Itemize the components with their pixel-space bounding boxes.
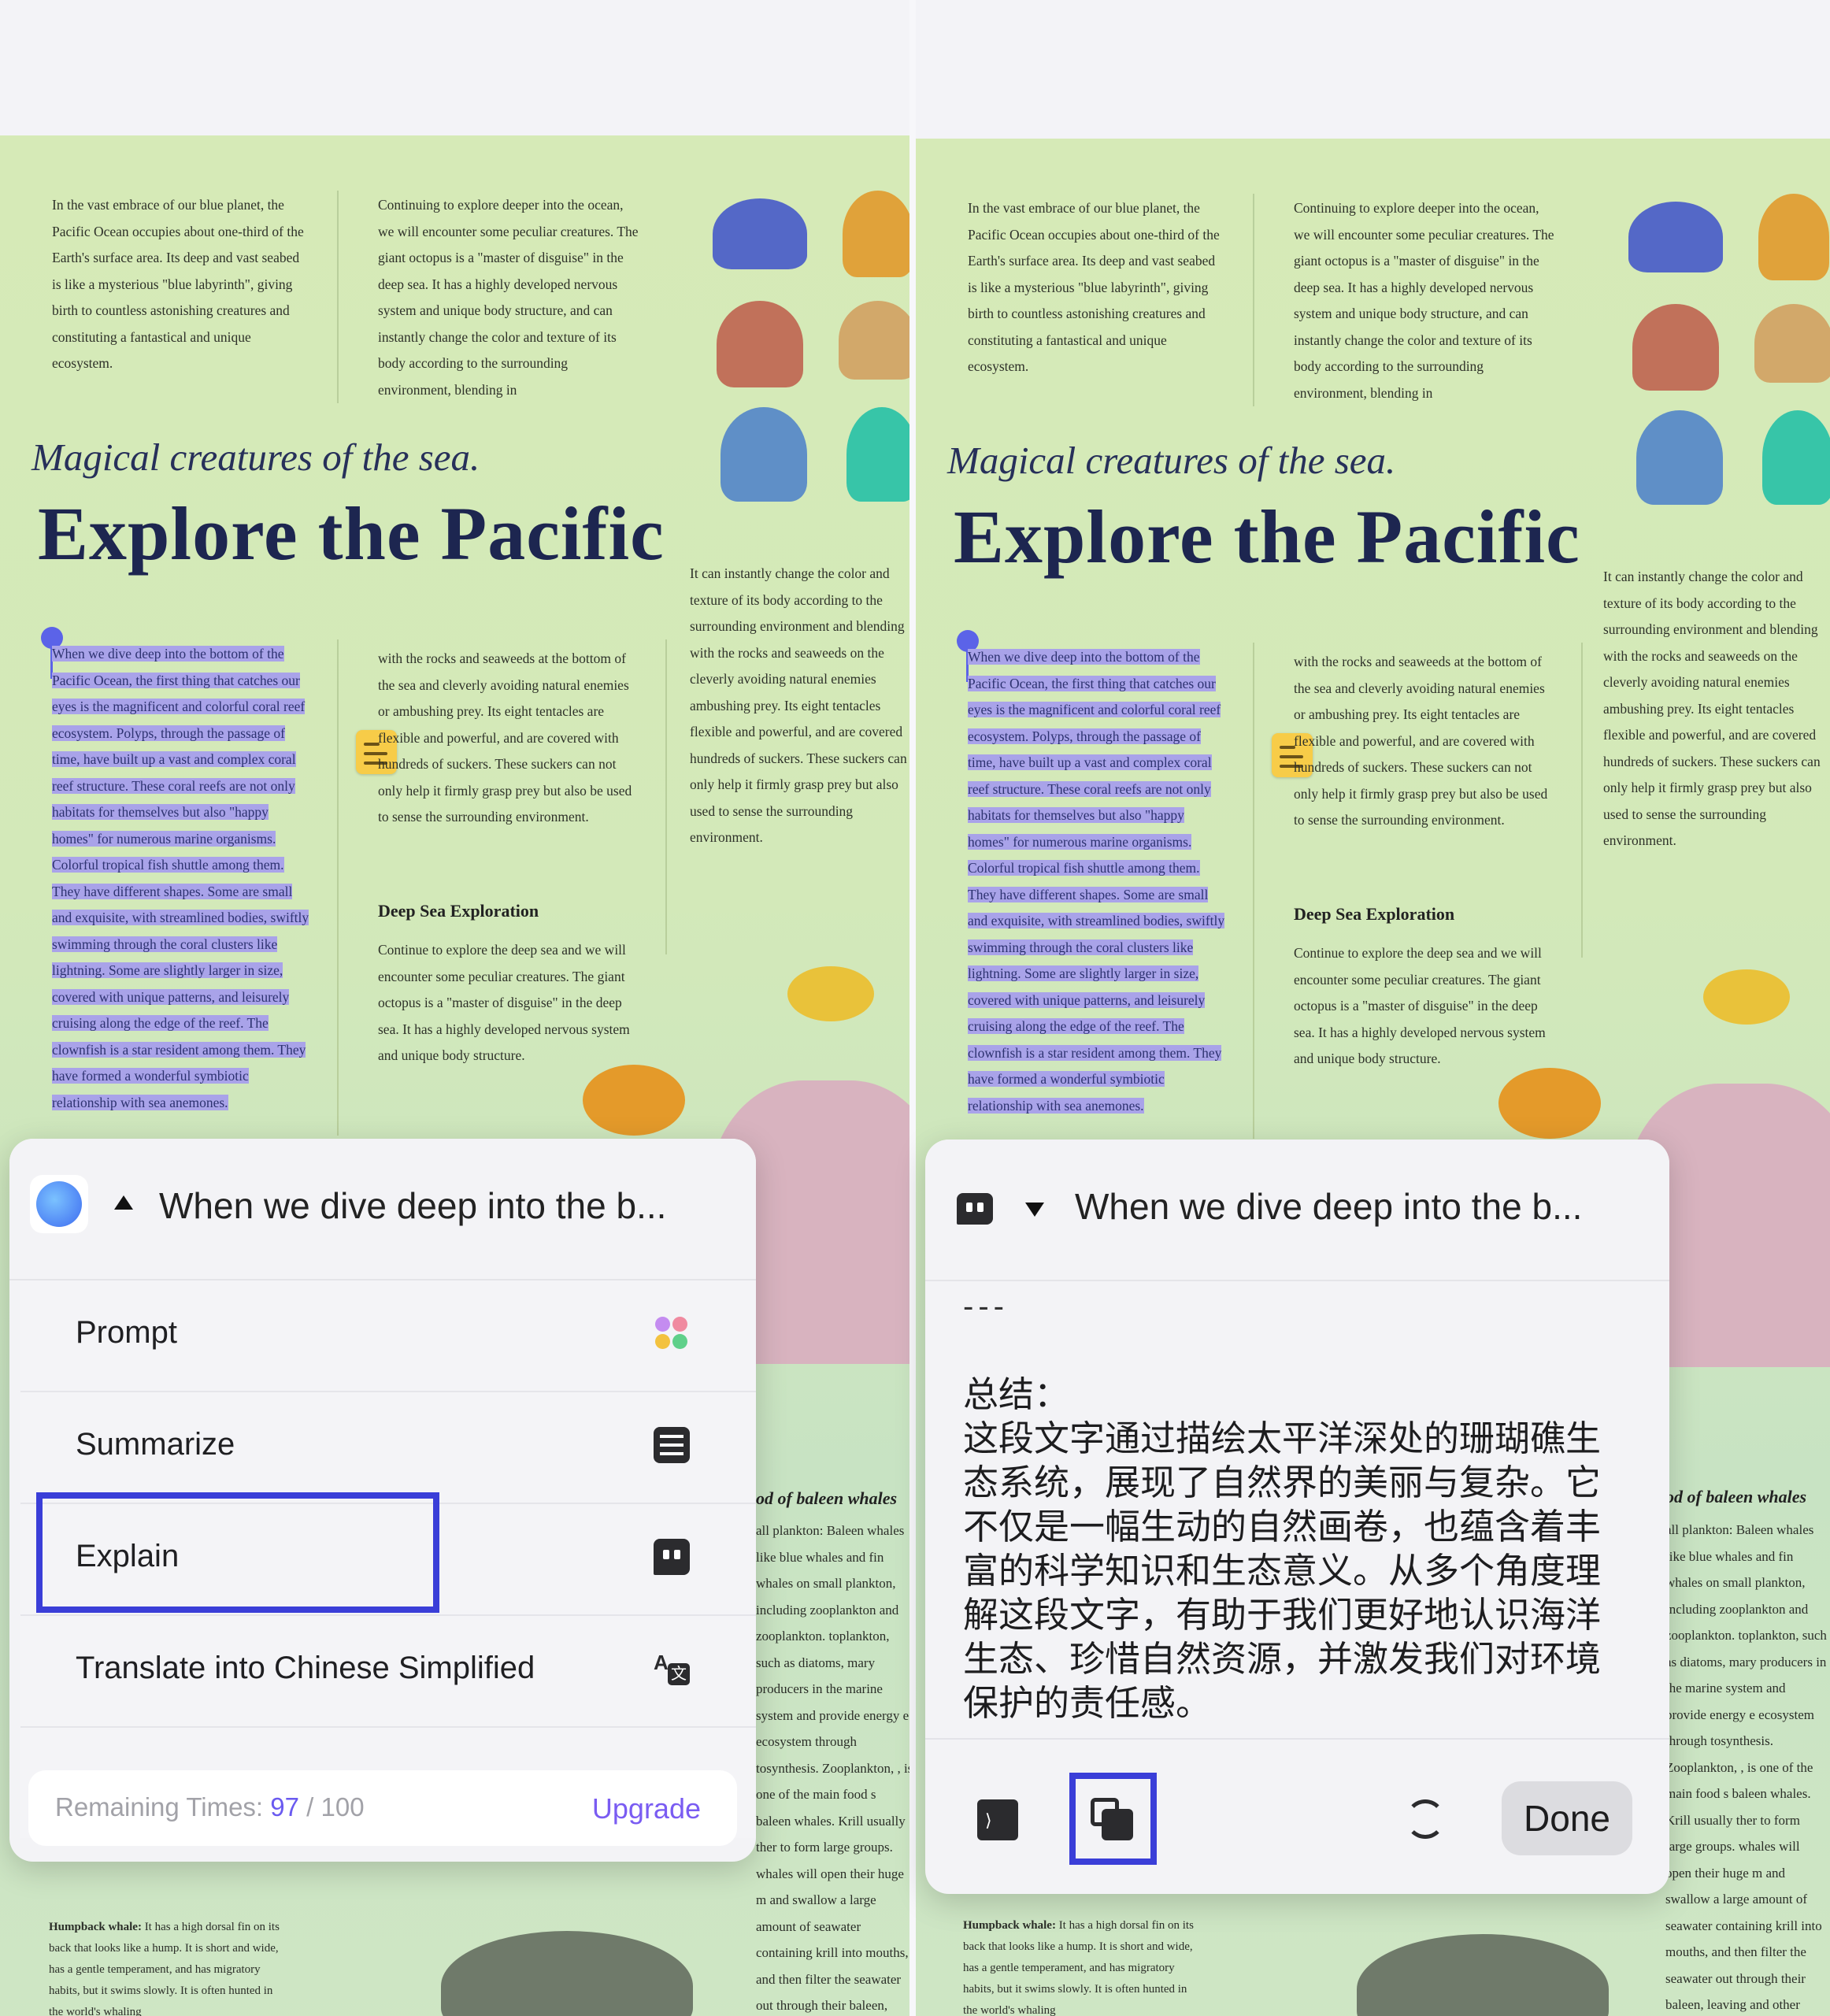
menu-item-translate[interactable]: Translate into Chinese Simplified A 文 bbox=[20, 1616, 756, 1728]
sea-anemone-image bbox=[1628, 202, 1723, 272]
translate-icon: A 文 bbox=[654, 1651, 690, 1687]
intro-paragraph-1: In the vast embrace of our blue planet, … bbox=[968, 200, 1220, 374]
panel-header: When we dive deep into the b... bbox=[925, 1140, 1669, 1281]
selected-paragraph[interactable]: When we dive deep into the bottom of the… bbox=[52, 641, 312, 1116]
pane-divider bbox=[909, 0, 916, 2016]
collapse-arrow-icon[interactable] bbox=[114, 1195, 133, 1210]
explain-bubble-icon bbox=[654, 1539, 690, 1575]
page-title: Explore the Pacific bbox=[38, 491, 665, 576]
prompt-dots-icon bbox=[654, 1315, 690, 1351]
menu-item-summarize[interactable]: Summarize bbox=[20, 1392, 756, 1504]
humpback-paragraph: Humpback whale: It has a high dorsal fin… bbox=[963, 1919, 1194, 2016]
insert-note-button[interactable]: ⟩ bbox=[977, 1799, 1018, 1840]
coral-image bbox=[717, 301, 803, 387]
result-body: 这段文字通过描绘太平洋深处的珊瑚礁生态系统，展现了自然界的美丽与复杂。它不仅是一… bbox=[963, 1418, 1602, 1724]
coral-image bbox=[1632, 304, 1719, 391]
result-heading: 总结： bbox=[963, 1373, 1070, 1415]
intro-paragraph-1: In the vast embrace of our blue planet, … bbox=[52, 197, 304, 371]
whale-image bbox=[1357, 1934, 1609, 2016]
baleen-paragraph: all plankton: Baleen whales like blue wh… bbox=[756, 1523, 909, 2013]
page-title: Explore the Pacific bbox=[954, 495, 1580, 579]
regenerate-icon[interactable] bbox=[1406, 1799, 1445, 1839]
coral-image bbox=[721, 407, 807, 502]
subtitle: Magical creatures of the sea. bbox=[31, 435, 480, 479]
whale-image bbox=[441, 1931, 693, 2016]
panel-header: When we dive deep into the b... bbox=[9, 1139, 756, 1280]
expand-arrow-icon[interactable] bbox=[1025, 1203, 1044, 1217]
baleen-paragraph: all plankton: Baleen whales like blue wh… bbox=[1665, 1522, 1827, 2012]
sea-anemone-image bbox=[713, 198, 807, 269]
menu-label: Prompt bbox=[76, 1315, 177, 1350]
deep-sea-heading: Deep Sea Exploration bbox=[1294, 904, 1455, 924]
fish-image bbox=[1703, 969, 1790, 1025]
ai-assistant-icon[interactable] bbox=[30, 1175, 88, 1233]
middle-paragraph: with the rocks and seaweeds at the botto… bbox=[378, 650, 632, 825]
coral-image bbox=[1758, 194, 1829, 280]
coral-image bbox=[1762, 410, 1830, 505]
coral-image bbox=[843, 191, 909, 277]
intro-paragraph-2: Continuing to explore deeper into the oc… bbox=[1294, 200, 1554, 401]
right-paragraph: It can instantly change the color and te… bbox=[690, 565, 907, 845]
deep-sea-paragraph: Continue to explore the deep sea and we … bbox=[378, 942, 630, 1063]
humpback-paragraph: Humpback whale: It has a high dorsal fin… bbox=[49, 1921, 280, 2016]
selected-paragraph[interactable]: When we dive deep into the bottom of the… bbox=[968, 644, 1228, 1119]
intro-paragraph-2: Continuing to explore deeper into the oc… bbox=[378, 197, 639, 398]
right-paragraph: It can instantly change the color and te… bbox=[1603, 569, 1821, 848]
done-button[interactable]: Done bbox=[1502, 1781, 1632, 1855]
coral-image bbox=[839, 301, 909, 380]
coral-image bbox=[846, 407, 909, 502]
subtitle: Magical creatures of the sea. bbox=[947, 439, 1396, 482]
explain-highlight-frame bbox=[36, 1492, 439, 1613]
coral-image bbox=[1754, 304, 1830, 383]
menu-label: Translate into Chinese Simplified bbox=[76, 1651, 535, 1685]
baleen-heading: od of baleen whales bbox=[756, 1488, 898, 1508]
usage-footer: Remaining Times: 97 / 100 Upgrade bbox=[28, 1770, 737, 1846]
clownfish-image bbox=[583, 1065, 685, 1136]
coral-image bbox=[1636, 410, 1723, 505]
middle-paragraph: with the rocks and seaweeds at the botto… bbox=[1294, 654, 1548, 828]
copy-highlight-frame bbox=[1069, 1773, 1157, 1865]
menu-label: Summarize bbox=[76, 1427, 235, 1462]
result-separator: --- bbox=[963, 1289, 1009, 1324]
list-icon bbox=[654, 1427, 690, 1463]
deep-sea-heading: Deep Sea Exploration bbox=[378, 901, 539, 921]
left-screen: In the vast embrace of our blue planet, … bbox=[0, 0, 909, 2016]
fish-image bbox=[787, 966, 874, 1021]
selected-text-preview: When we dive deep into the b... bbox=[159, 1185, 667, 1226]
clownfish-image bbox=[1498, 1068, 1601, 1139]
upgrade-link[interactable]: Upgrade bbox=[592, 1792, 701, 1825]
selected-text-preview: When we dive deep into the b... bbox=[1075, 1186, 1583, 1227]
baleen-heading: od of baleen whales bbox=[1665, 1487, 1807, 1506]
remaining-times: Remaining Times: 97 / 100 bbox=[55, 1792, 365, 1821]
menu-item-prompt[interactable]: Prompt bbox=[20, 1280, 756, 1392]
deep-sea-paragraph: Continue to explore the deep sea and we … bbox=[1294, 945, 1546, 1066]
explain-bubble-icon[interactable] bbox=[957, 1193, 993, 1225]
